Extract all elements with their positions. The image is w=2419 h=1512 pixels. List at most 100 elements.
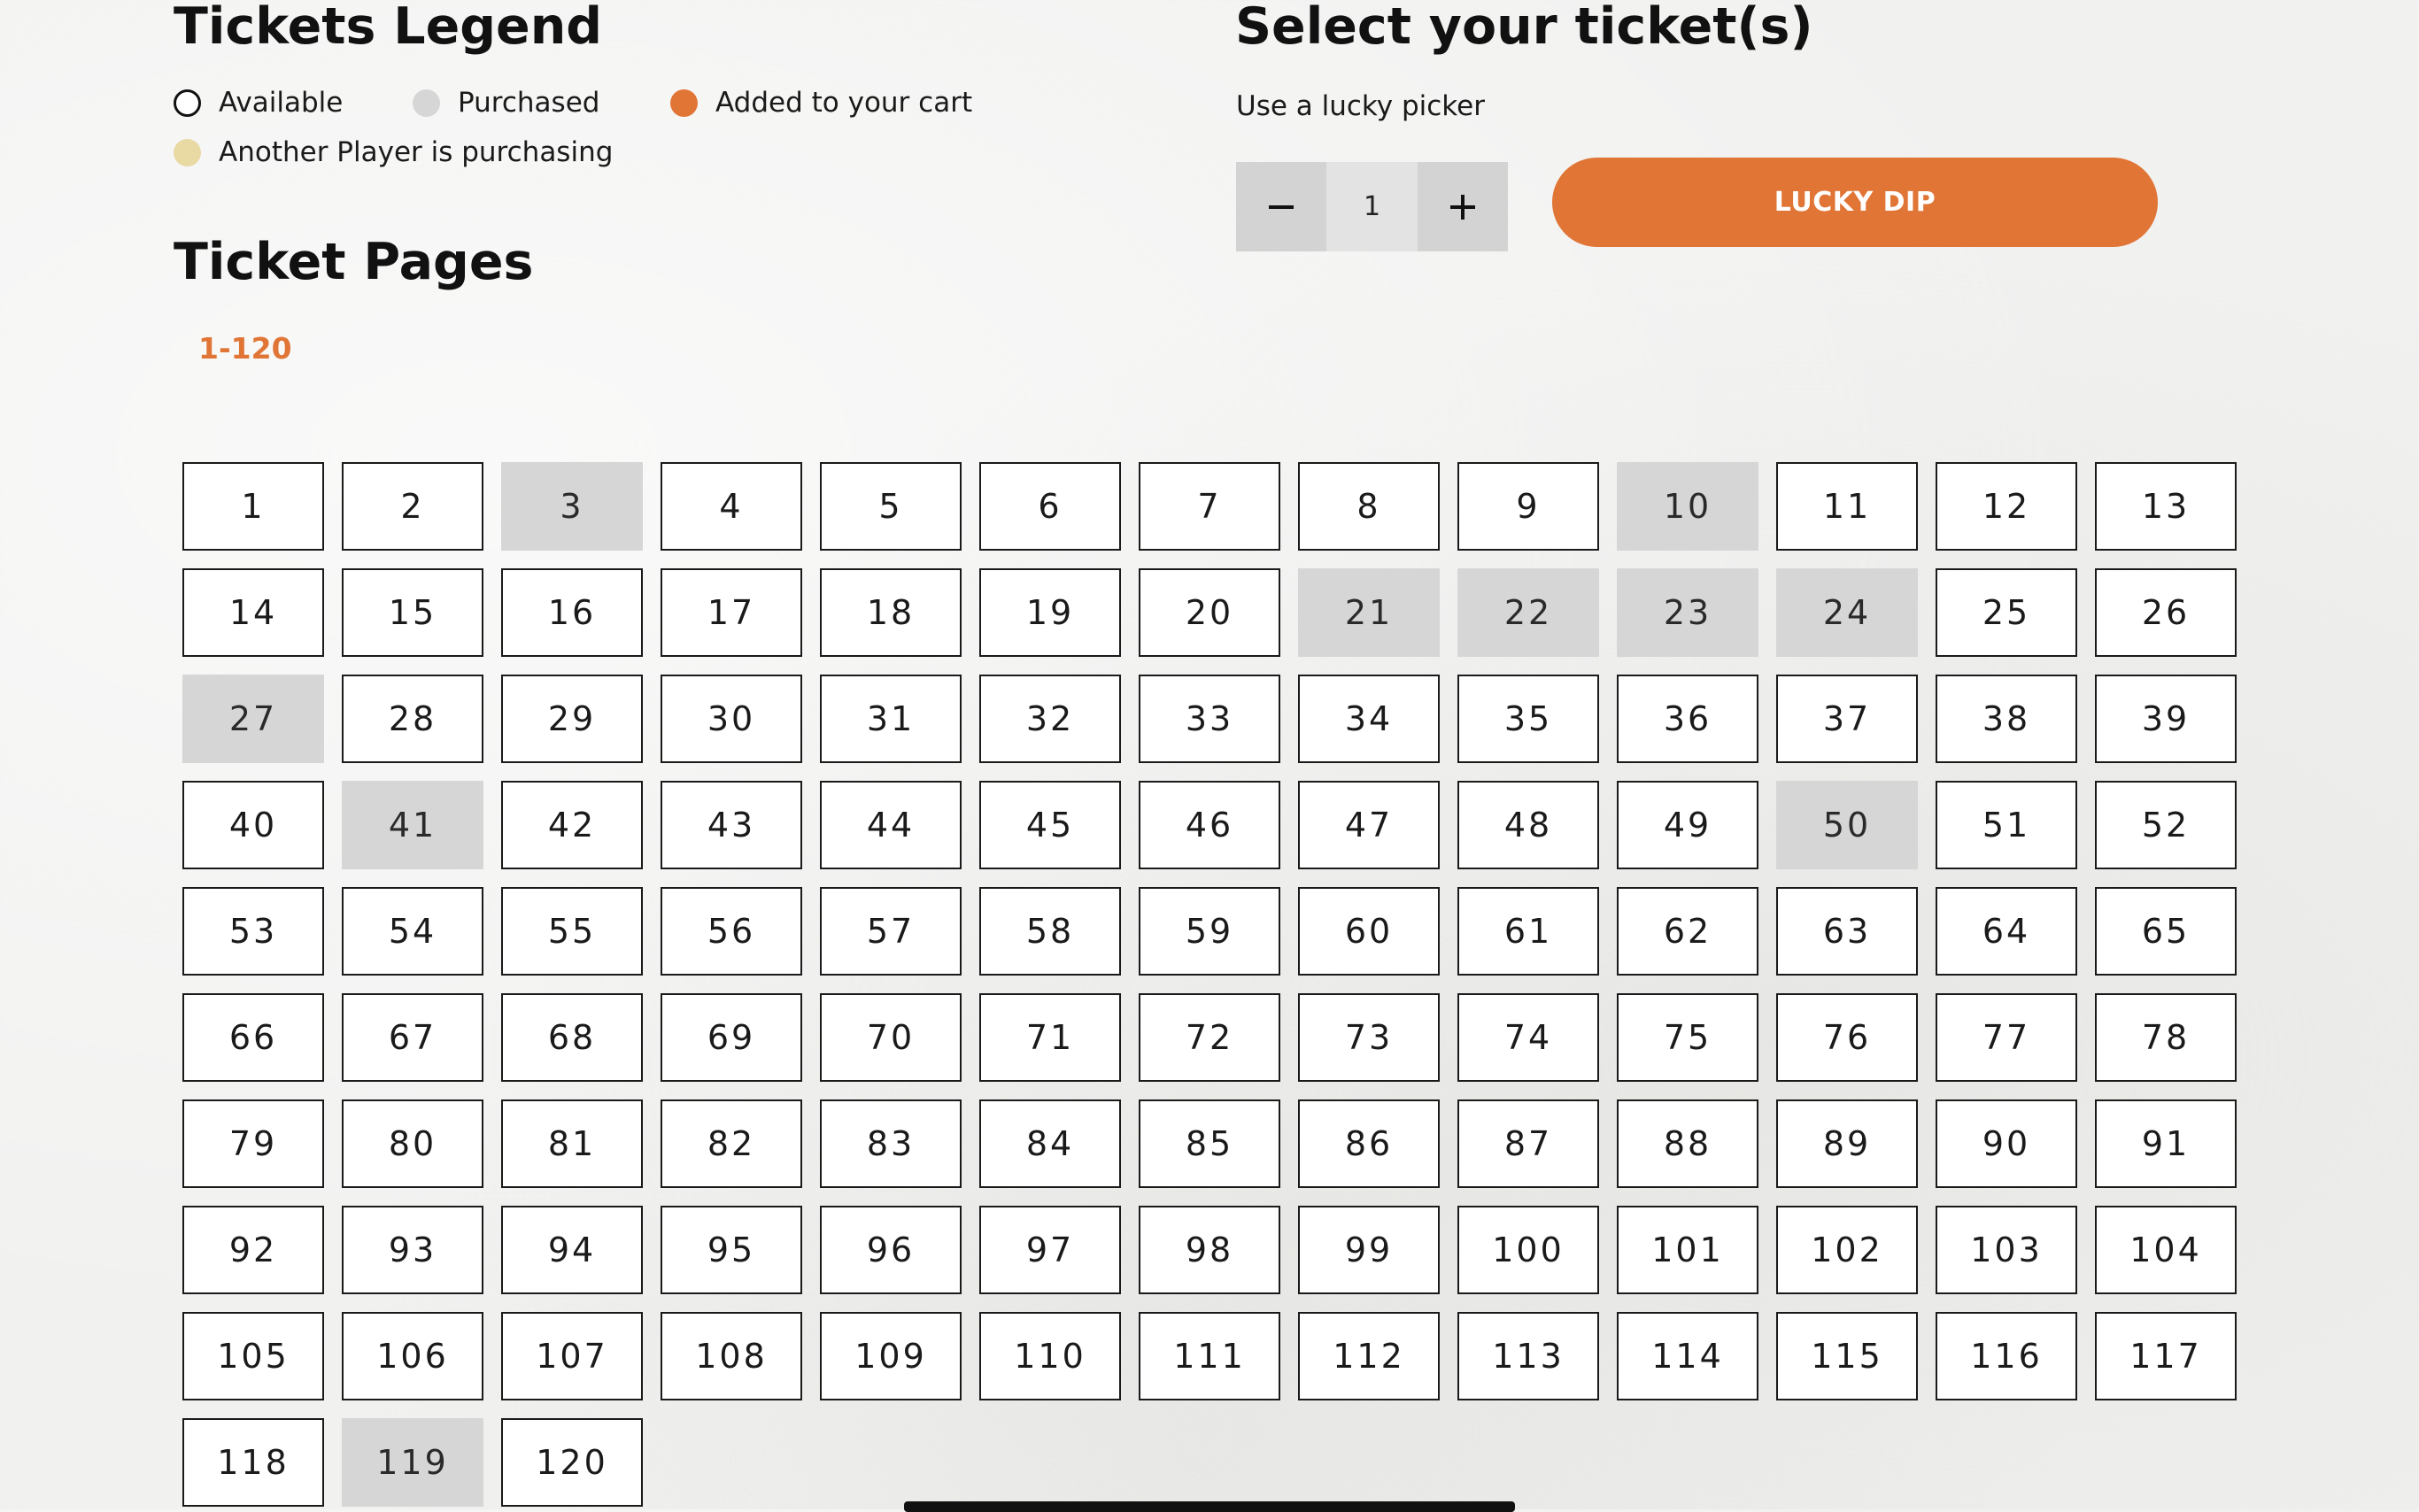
- ticket-53[interactable]: 53: [182, 887, 324, 976]
- ticket-120[interactable]: 120: [501, 1418, 643, 1507]
- ticket-64[interactable]: 64: [1936, 887, 2077, 976]
- ticket-36[interactable]: 36: [1617, 675, 1758, 763]
- ticket-103[interactable]: 103: [1936, 1206, 2077, 1294]
- ticket-2[interactable]: 2: [342, 462, 483, 551]
- ticket-94[interactable]: 94: [501, 1206, 643, 1294]
- ticket-23[interactable]: 23: [1617, 568, 1758, 657]
- ticket-72[interactable]: 72: [1139, 993, 1280, 1082]
- ticket-3[interactable]: 3: [501, 462, 643, 551]
- ticket-86[interactable]: 86: [1298, 1099, 1440, 1188]
- ticket-27[interactable]: 27: [182, 675, 324, 763]
- ticket-85[interactable]: 85: [1139, 1099, 1280, 1188]
- ticket-15[interactable]: 15: [342, 568, 483, 657]
- ticket-100[interactable]: 100: [1457, 1206, 1599, 1294]
- ticket-82[interactable]: 82: [661, 1099, 802, 1188]
- ticket-78[interactable]: 78: [2095, 993, 2237, 1082]
- ticket-11[interactable]: 11: [1776, 462, 1918, 551]
- ticket-60[interactable]: 60: [1298, 887, 1440, 976]
- ticket-21[interactable]: 21: [1298, 568, 1440, 657]
- ticket-114[interactable]: 114: [1617, 1312, 1758, 1400]
- ticket-91[interactable]: 91: [2095, 1099, 2237, 1188]
- ticket-113[interactable]: 113: [1457, 1312, 1599, 1400]
- ticket-87[interactable]: 87: [1457, 1099, 1599, 1188]
- ticket-29[interactable]: 29: [501, 675, 643, 763]
- ticket-28[interactable]: 28: [342, 675, 483, 763]
- ticket-59[interactable]: 59: [1139, 887, 1280, 976]
- ticket-89[interactable]: 89: [1776, 1099, 1918, 1188]
- ticket-93[interactable]: 93: [342, 1206, 483, 1294]
- ticket-76[interactable]: 76: [1776, 993, 1918, 1082]
- ticket-66[interactable]: 66: [182, 993, 324, 1082]
- ticket-109[interactable]: 109: [820, 1312, 962, 1400]
- ticket-50[interactable]: 50: [1776, 781, 1918, 869]
- ticket-4[interactable]: 4: [661, 462, 802, 551]
- ticket-49[interactable]: 49: [1617, 781, 1758, 869]
- ticket-73[interactable]: 73: [1298, 993, 1440, 1082]
- ticket-105[interactable]: 105: [182, 1312, 324, 1400]
- ticket-42[interactable]: 42: [501, 781, 643, 869]
- ticket-104[interactable]: 104: [2095, 1206, 2237, 1294]
- ticket-110[interactable]: 110: [979, 1312, 1121, 1400]
- ticket-97[interactable]: 97: [979, 1206, 1121, 1294]
- ticket-18[interactable]: 18: [820, 568, 962, 657]
- ticket-14[interactable]: 14: [182, 568, 324, 657]
- ticket-88[interactable]: 88: [1617, 1099, 1758, 1188]
- ticket-63[interactable]: 63: [1776, 887, 1918, 976]
- ticket-25[interactable]: 25: [1936, 568, 2077, 657]
- ticket-74[interactable]: 74: [1457, 993, 1599, 1082]
- ticket-33[interactable]: 33: [1139, 675, 1280, 763]
- ticket-98[interactable]: 98: [1139, 1206, 1280, 1294]
- quantity-value[interactable]: 1: [1326, 162, 1418, 251]
- ticket-10[interactable]: 10: [1617, 462, 1758, 551]
- ticket-106[interactable]: 106: [342, 1312, 483, 1400]
- ticket-37[interactable]: 37: [1776, 675, 1918, 763]
- ticket-95[interactable]: 95: [661, 1206, 802, 1294]
- ticket-44[interactable]: 44: [820, 781, 962, 869]
- ticket-20[interactable]: 20: [1139, 568, 1280, 657]
- ticket-61[interactable]: 61: [1457, 887, 1599, 976]
- ticket-45[interactable]: 45: [979, 781, 1121, 869]
- ticket-101[interactable]: 101: [1617, 1206, 1758, 1294]
- ticket-84[interactable]: 84: [979, 1099, 1121, 1188]
- ticket-108[interactable]: 108: [661, 1312, 802, 1400]
- ticket-7[interactable]: 7: [1139, 462, 1280, 551]
- ticket-31[interactable]: 31: [820, 675, 962, 763]
- ticket-77[interactable]: 77: [1936, 993, 2077, 1082]
- decrease-button[interactable]: [1236, 162, 1326, 251]
- ticket-43[interactable]: 43: [661, 781, 802, 869]
- ticket-81[interactable]: 81: [501, 1099, 643, 1188]
- ticket-119[interactable]: 119: [342, 1418, 483, 1507]
- ticket-111[interactable]: 111: [1139, 1312, 1280, 1400]
- ticket-67[interactable]: 67: [342, 993, 483, 1082]
- ticket-46[interactable]: 46: [1139, 781, 1280, 869]
- ticket-75[interactable]: 75: [1617, 993, 1758, 1082]
- ticket-57[interactable]: 57: [820, 887, 962, 976]
- ticket-80[interactable]: 80: [342, 1099, 483, 1188]
- ticket-38[interactable]: 38: [1936, 675, 2077, 763]
- ticket-56[interactable]: 56: [661, 887, 802, 976]
- lucky-dip-button[interactable]: LUCKY DIP: [1552, 158, 2158, 247]
- ticket-1[interactable]: 1: [182, 462, 324, 551]
- increase-button[interactable]: [1418, 162, 1508, 251]
- ticket-34[interactable]: 34: [1298, 675, 1440, 763]
- ticket-26[interactable]: 26: [2095, 568, 2237, 657]
- ticket-117[interactable]: 117: [2095, 1312, 2237, 1400]
- ticket-118[interactable]: 118: [182, 1418, 324, 1507]
- ticket-22[interactable]: 22: [1457, 568, 1599, 657]
- ticket-16[interactable]: 16: [501, 568, 643, 657]
- ticket-30[interactable]: 30: [661, 675, 802, 763]
- ticket-102[interactable]: 102: [1776, 1206, 1918, 1294]
- ticket-107[interactable]: 107: [501, 1312, 643, 1400]
- ticket-55[interactable]: 55: [501, 887, 643, 976]
- ticket-5[interactable]: 5: [820, 462, 962, 551]
- ticket-48[interactable]: 48: [1457, 781, 1599, 869]
- ticket-24[interactable]: 24: [1776, 568, 1918, 657]
- ticket-112[interactable]: 112: [1298, 1312, 1440, 1400]
- ticket-52[interactable]: 52: [2095, 781, 2237, 869]
- ticket-79[interactable]: 79: [182, 1099, 324, 1188]
- ticket-96[interactable]: 96: [820, 1206, 962, 1294]
- ticket-47[interactable]: 47: [1298, 781, 1440, 869]
- ticket-51[interactable]: 51: [1936, 781, 2077, 869]
- ticket-65[interactable]: 65: [2095, 887, 2237, 976]
- ticket-13[interactable]: 13: [2095, 462, 2237, 551]
